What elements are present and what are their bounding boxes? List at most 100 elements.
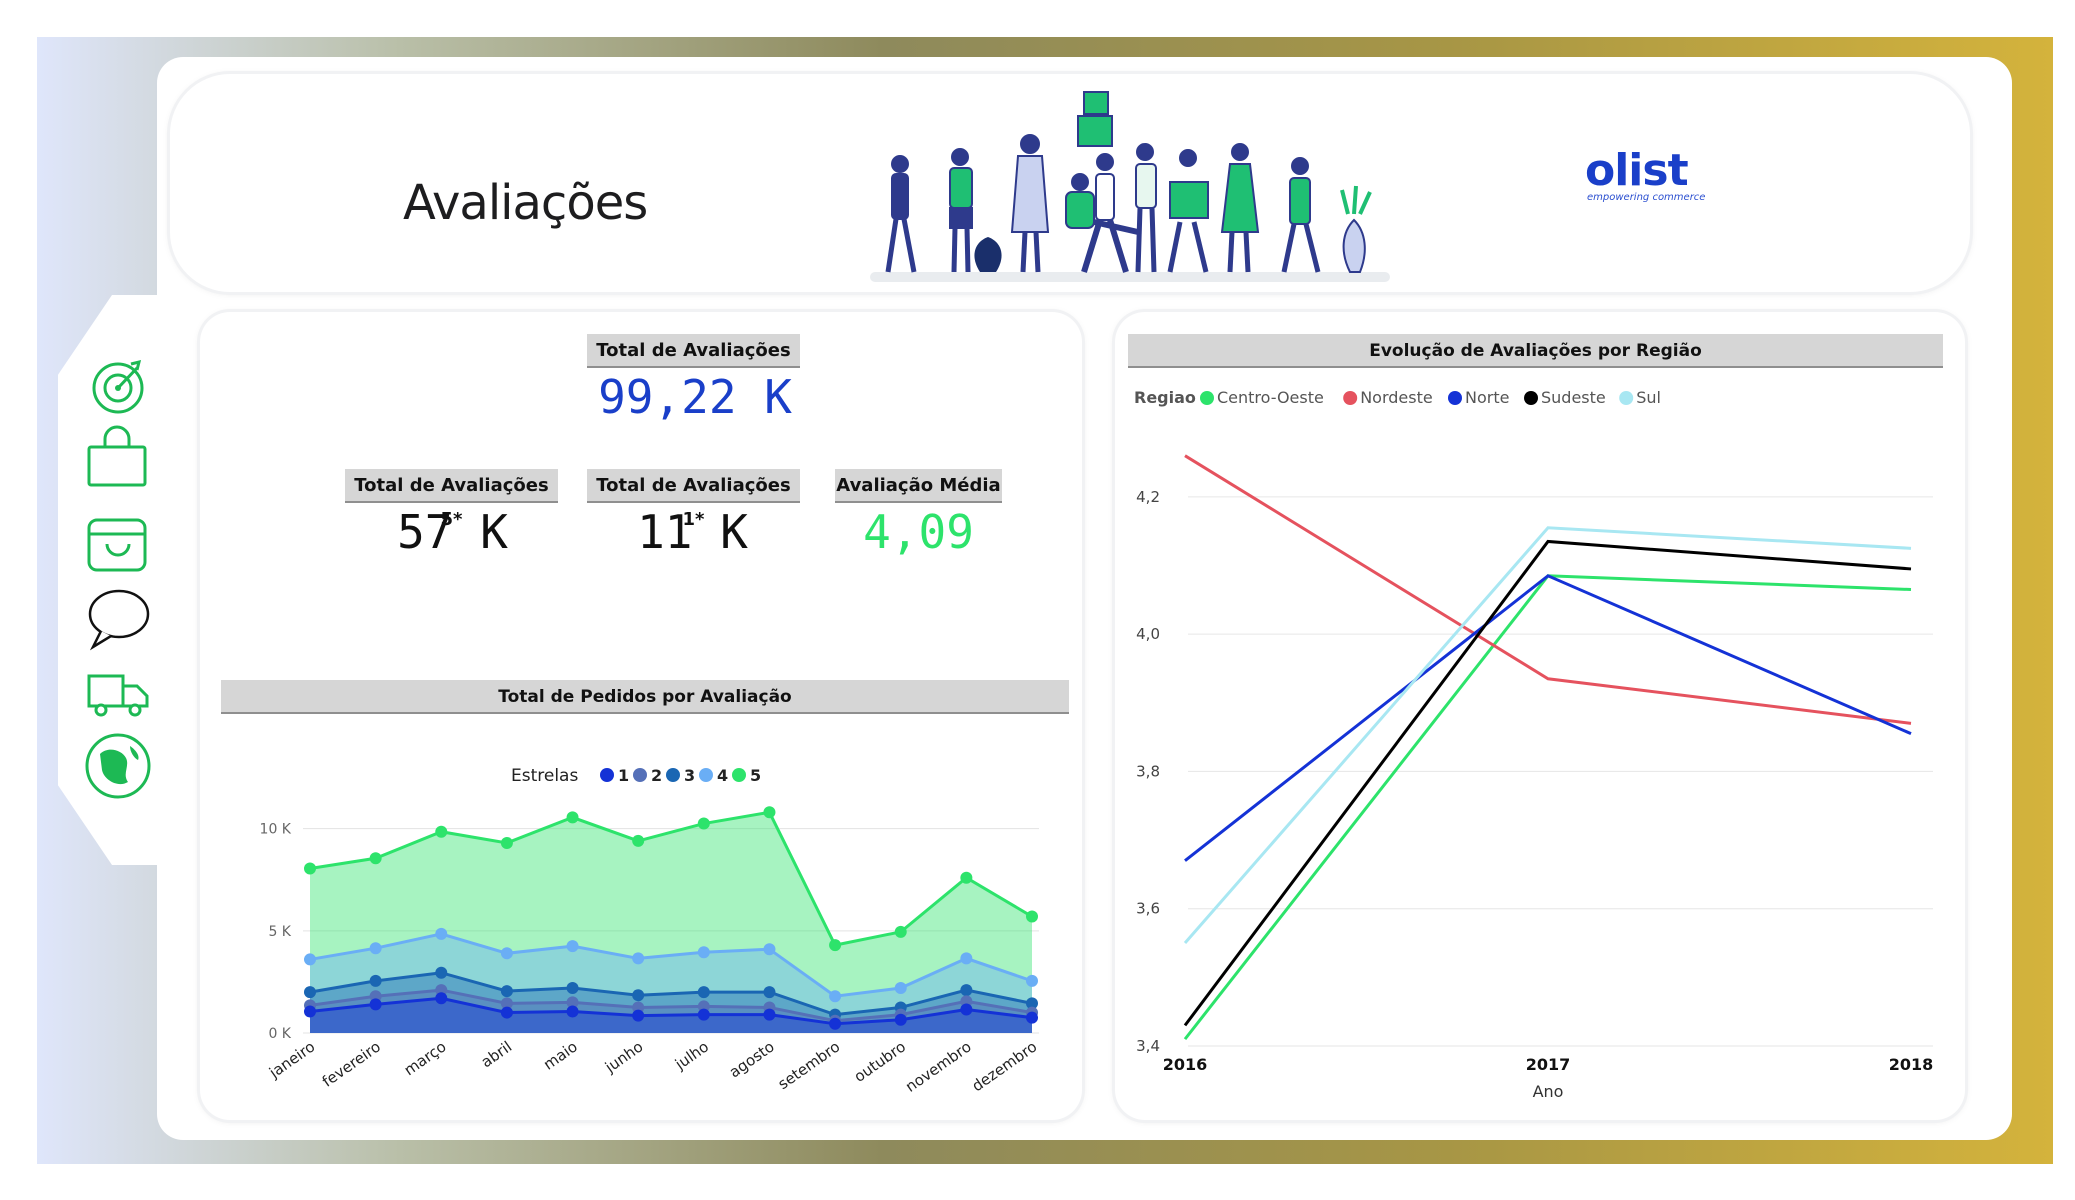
area-point-5[interactable] — [566, 811, 579, 824]
area-point-3[interactable] — [960, 984, 973, 997]
legend-marker-nordeste[interactable] — [1343, 391, 1358, 405]
area-point-5[interactable] — [960, 871, 973, 884]
area-x-label: outubro — [851, 1038, 909, 1086]
legend-label-sudeste[interactable]: Sudeste — [1541, 388, 1606, 407]
line-y-tick: 3,8 — [1136, 762, 1160, 780]
area-point-1[interactable] — [1026, 1011, 1038, 1024]
area-point-4[interactable] — [894, 982, 907, 995]
kpi-total-label: Total de Avaliações — [587, 334, 800, 368]
legend-label-sul[interactable]: Sul — [1636, 388, 1661, 407]
area-y-tick: 0 K — [268, 1026, 291, 1042]
area-x-label: agosto — [726, 1038, 778, 1082]
legend-marker-4[interactable] — [699, 768, 713, 782]
area-point-3[interactable] — [566, 982, 579, 995]
kpi-total-value: 99,22 K — [598, 370, 792, 424]
line-x-tick: 2017 — [1526, 1055, 1571, 1074]
line-x-tick: 2016 — [1163, 1055, 1208, 1074]
legend-marker-1[interactable] — [600, 768, 614, 782]
area-point-5[interactable] — [632, 834, 645, 847]
area-point-4[interactable] — [763, 943, 776, 956]
area-point-1[interactable] — [894, 1013, 907, 1026]
area-point-4[interactable] — [1026, 974, 1038, 987]
area-x-label: junho — [601, 1038, 646, 1077]
area-point-4[interactable] — [304, 953, 316, 966]
area-point-3[interactable] — [632, 989, 645, 1002]
shopping-bag-icon[interactable] — [85, 425, 151, 491]
truck-icon[interactable] — [85, 662, 151, 728]
legend-marker-3[interactable] — [666, 768, 680, 782]
legend-label-centro-oeste[interactable]: Centro-Oeste — [1217, 388, 1324, 407]
page-title: Avaliações — [403, 175, 648, 231]
line-y-tick: 3,4 — [1136, 1037, 1160, 1055]
legend-marker-norte[interactable] — [1448, 391, 1462, 405]
legend-label-1[interactable]: 1 — [618, 766, 629, 785]
area-point-5[interactable] — [1026, 910, 1038, 923]
line-chart-title: Evolução de Avaliações por Região — [1128, 334, 1943, 368]
legend-marker-5[interactable] — [732, 768, 746, 782]
legend-label-4[interactable]: 4 — [717, 766, 728, 785]
brand-tagline: empowering commerce — [1587, 192, 1706, 203]
area-point-5[interactable] — [829, 939, 842, 952]
area-point-1[interactable] — [500, 1006, 513, 1019]
area-point-1[interactable] — [304, 1005, 316, 1018]
area-point-1[interactable] — [829, 1017, 842, 1030]
area-point-4[interactable] — [500, 947, 513, 960]
target-icon[interactable] — [85, 352, 151, 418]
area-point-5[interactable] — [304, 862, 316, 875]
kpi-average-label: Avaliação Média — [835, 469, 1002, 503]
area-point-1[interactable] — [960, 1003, 973, 1016]
legend-label-nordeste[interactable]: Nordeste — [1360, 388, 1433, 407]
area-point-4[interactable] — [566, 940, 579, 953]
legend-marker-sudeste[interactable] — [1524, 391, 1538, 405]
area-point-3[interactable] — [304, 986, 316, 999]
area-legend-title: Estrelas — [511, 766, 578, 786]
area-point-4[interactable] — [369, 942, 382, 955]
line-chart[interactable]: Regiao Centro-Oeste Nordeste Norte Sudeste Su… — [1128, 380, 1948, 1110]
line-series-nordeste[interactable] — [1184, 454, 1912, 725]
area-y-tick: 5 K — [268, 924, 291, 940]
area-point-4[interactable] — [829, 990, 842, 1003]
area-point-4[interactable] — [435, 927, 448, 940]
area-point-4[interactable] — [697, 946, 710, 959]
area-point-5[interactable] — [697, 817, 710, 830]
area-point-3[interactable] — [500, 985, 513, 998]
area-point-1[interactable] — [566, 1005, 579, 1018]
line-y-tick: 4,2 — [1136, 488, 1160, 506]
line-x-tick: 2018 — [1889, 1055, 1934, 1074]
area-point-5[interactable] — [435, 825, 448, 838]
area-point-5[interactable] — [894, 925, 907, 938]
area-point-4[interactable] — [960, 952, 973, 965]
area-point-1[interactable] — [763, 1008, 776, 1021]
area-point-5[interactable] — [500, 836, 513, 849]
legend-label-2[interactable]: 2 — [651, 766, 662, 785]
line-legend-title: Regiao — [1134, 388, 1196, 407]
area-point-1[interactable] — [697, 1008, 710, 1021]
area-point-1[interactable] — [369, 998, 382, 1011]
legend-label-3[interactable]: 3 — [684, 766, 695, 785]
area-x-label: maio — [540, 1038, 581, 1074]
globe-icon[interactable] — [82, 730, 154, 802]
area-point-3[interactable] — [697, 986, 710, 999]
area-point-3[interactable] — [369, 974, 382, 987]
area-x-label: dezembro — [969, 1038, 1041, 1096]
legend-marker-2[interactable] — [633, 768, 647, 782]
area-point-5[interactable] — [763, 806, 776, 819]
area-x-label: março — [401, 1038, 450, 1080]
line-series-sudeste[interactable] — [1183, 539, 1912, 1027]
legend-marker-centro-oeste[interactable] — [1200, 391, 1214, 405]
area-point-5[interactable] — [369, 852, 382, 865]
legend-label-norte[interactable]: Norte — [1465, 388, 1509, 407]
area-point-1[interactable] — [435, 992, 448, 1005]
chat-bubble-icon[interactable] — [85, 585, 151, 651]
legend-label-5[interactable]: 5 — [750, 766, 761, 785]
legend-marker-sul[interactable] — [1619, 391, 1634, 405]
area-point-1[interactable] — [632, 1009, 645, 1022]
store-icon[interactable] — [85, 510, 151, 576]
area-point-3[interactable] — [435, 966, 448, 979]
area-point-4[interactable] — [632, 952, 645, 965]
area-chart[interactable]: Estrelas 1 2 3 4 5 0 K 5 K 10 K janeiro fevereiro m… — [221, 720, 1069, 1100]
brand-name: olist — [1585, 145, 1689, 196]
area-point-3[interactable] — [763, 986, 776, 999]
line-series-centro-oeste[interactable] — [1183, 574, 1912, 1041]
area-x-label: julho — [671, 1038, 712, 1074]
